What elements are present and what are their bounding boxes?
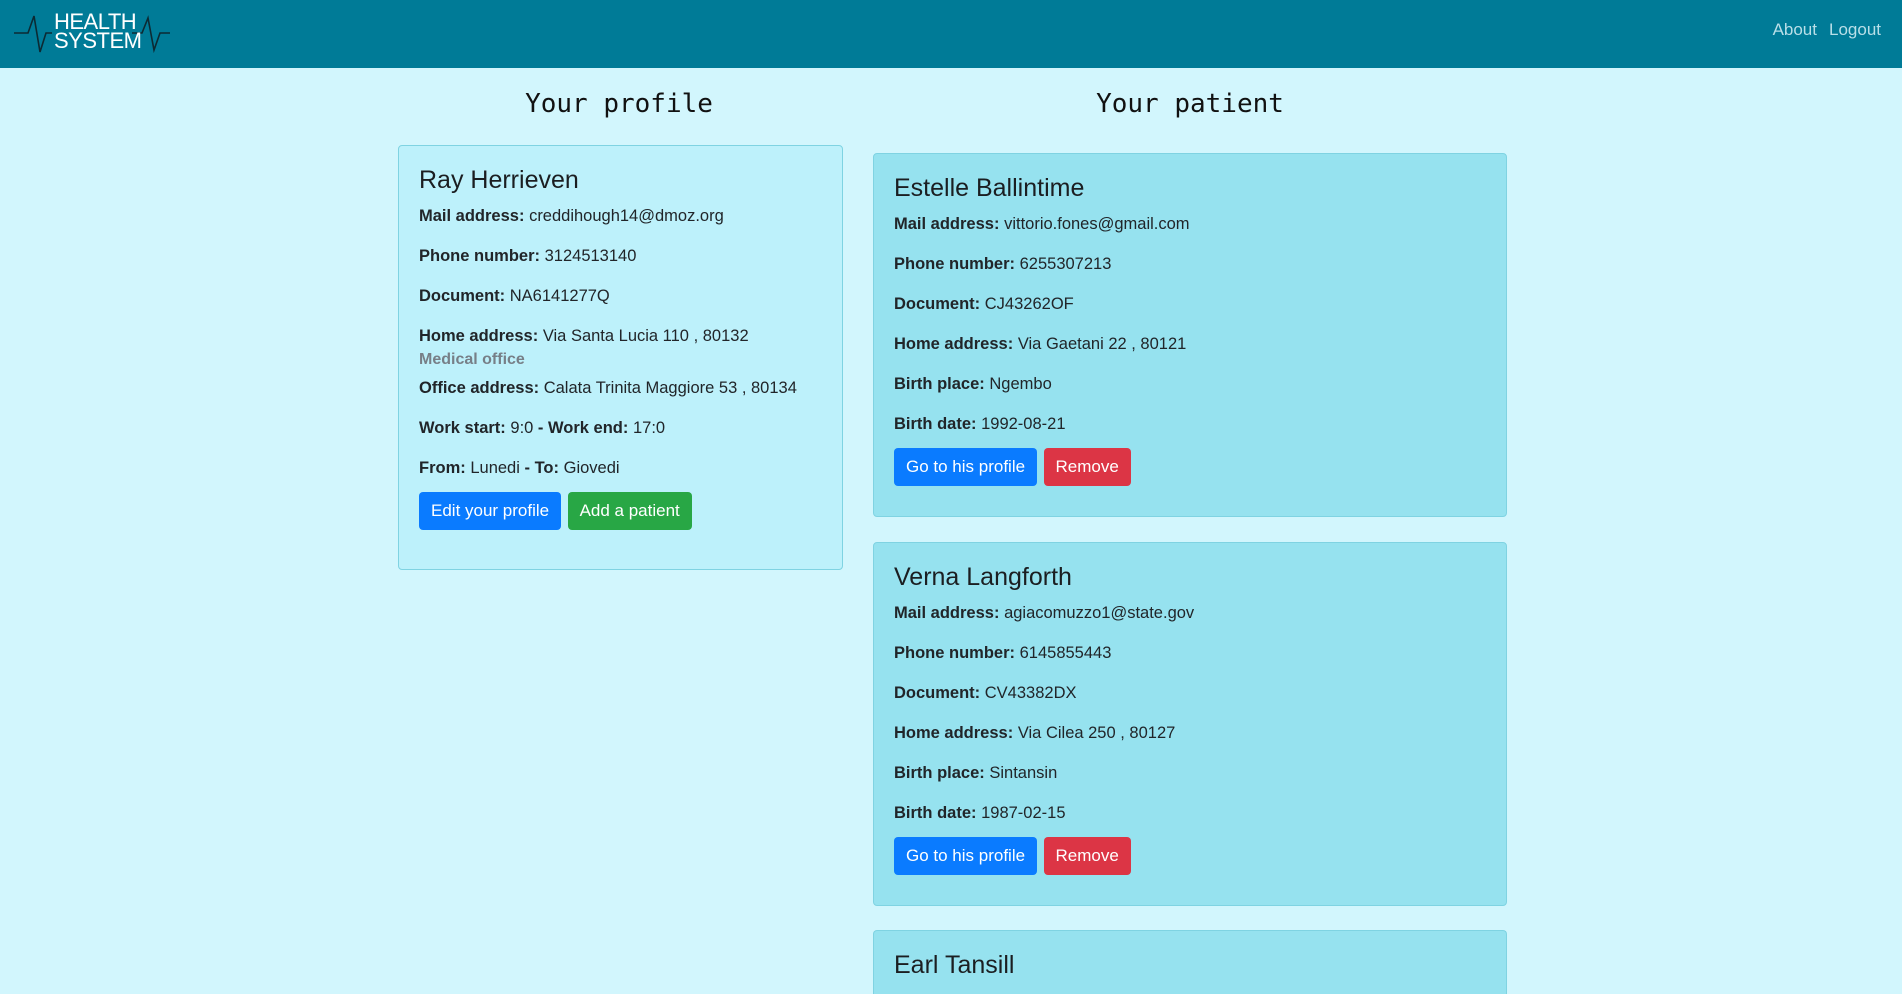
health-system-logo[interactable]: HEALTH SYSTEM xyxy=(14,8,170,58)
profile-document: Document: NA6141277Q xyxy=(419,286,822,306)
patient-card: Earl Tansill xyxy=(873,930,1507,994)
navbar: HEALTH SYSTEM About Logout xyxy=(0,0,1902,68)
patient-name: Estelle Ballintime xyxy=(894,174,1085,202)
patient-phone: Phone number: 6145855443 xyxy=(894,643,1486,663)
edit-profile-button[interactable]: Edit your profile xyxy=(419,492,562,530)
home-label: Home address: xyxy=(894,335,1014,353)
to-label: To: xyxy=(534,459,560,477)
phone-value: 3124513140 xyxy=(544,247,637,265)
phone-value: 6145855443 xyxy=(1019,644,1112,662)
birth-date-value: 1992-08-21 xyxy=(981,415,1066,433)
mail-label: Mail address: xyxy=(419,207,525,225)
mail-label: Mail address: xyxy=(894,215,1000,233)
patient-card: Estelle Ballintime Mail address: vittori… xyxy=(873,153,1507,517)
from-value: Lunedi xyxy=(470,459,520,477)
patient-birth-place: Birth place: Ngembo xyxy=(894,374,1486,394)
birth-date-label: Birth date: xyxy=(894,415,977,433)
phone-value: 6255307213 xyxy=(1019,255,1112,273)
home-value: Via Cilea 250 , 80127 xyxy=(1017,724,1176,742)
work-end-value: 17:0 xyxy=(632,419,666,437)
mail-value: vittorio.fones@gmail.com xyxy=(1004,215,1190,233)
document-value: CV43382DX xyxy=(984,684,1077,702)
patients-section-title: Your patient xyxy=(1096,89,1284,119)
birth-date-label: Birth date: xyxy=(894,804,977,822)
document-label: Document: xyxy=(894,684,981,702)
phone-label: Phone number: xyxy=(894,644,1016,662)
logo-line-2: SYSTEM xyxy=(54,28,142,53)
patient-home: Home address: Via Cilea 250 , 80127 xyxy=(894,723,1486,743)
patient-document: Document: CV43382DX xyxy=(894,683,1486,703)
medical-office-heading: Medical office xyxy=(419,351,525,368)
mail-value: agiacomuzzo1@state.gov xyxy=(1004,604,1195,622)
birth-place-label: Birth place: xyxy=(894,375,985,393)
work-end-label: Work end: xyxy=(548,419,629,437)
phone-label: Phone number: xyxy=(894,255,1016,273)
mail-label: Mail address: xyxy=(894,604,1000,622)
add-patient-button[interactable]: Add a patient xyxy=(567,492,692,530)
logout-link[interactable]: Logout xyxy=(1829,20,1881,40)
from-label: From: xyxy=(419,459,466,477)
profile-office: Office address: Calata Trinita Maggiore … xyxy=(419,378,822,398)
home-value: Via Gaetani 22 , 80121 xyxy=(1017,335,1187,353)
patient-mail: Mail address: vittorio.fones@gmail.com xyxy=(894,214,1486,234)
profile-card: Ray Herrieven Mail address: creddihough1… xyxy=(398,145,843,570)
profile-section-title: Your profile xyxy=(525,89,713,119)
home-label: Home address: xyxy=(419,327,539,345)
patient-name: Earl Tansill xyxy=(894,951,1015,979)
profile-work-days: From: Lunedi - To: Giovedi xyxy=(419,458,822,478)
about-link[interactable]: About xyxy=(1773,20,1817,40)
phone-label: Phone number: xyxy=(419,247,541,265)
work-start-value: 9:0 xyxy=(510,419,534,437)
patient-actions: Go to his profile Remove xyxy=(894,837,1486,875)
document-value: NA6141277Q xyxy=(509,287,610,305)
patient-name: Verna Langforth xyxy=(894,563,1072,591)
patient-birth-date: Birth date: 1987-02-15 xyxy=(894,803,1486,823)
birth-place-label: Birth place: xyxy=(894,764,985,782)
work-start-label: Work start: xyxy=(419,419,506,437)
profile-mail: Mail address: creddihough14@dmoz.org xyxy=(419,206,822,226)
mail-value: creddihough14@dmoz.org xyxy=(529,207,724,225)
office-value: Calata Trinita Maggiore 53 , 80134 xyxy=(543,379,797,397)
birth-date-value: 1987-02-15 xyxy=(981,804,1066,822)
document-label: Document: xyxy=(894,295,981,313)
patient-home: Home address: Via Gaetani 22 , 80121 xyxy=(894,334,1486,354)
work-days-separator: - xyxy=(519,459,535,477)
patient-phone: Phone number: 6255307213 xyxy=(894,254,1486,274)
profile-name: Ray Herrieven xyxy=(419,166,579,194)
go-to-profile-button[interactable]: Go to his profile xyxy=(894,448,1038,486)
office-label: Office address: xyxy=(419,379,540,397)
logo-text: HEALTH SYSTEM xyxy=(54,11,142,53)
patient-actions: Go to his profile Remove xyxy=(894,448,1486,486)
work-hours-separator: - xyxy=(533,419,548,437)
document-label: Document: xyxy=(419,287,506,305)
remove-patient-button[interactable]: Remove xyxy=(1043,448,1131,486)
patient-card: Verna Langforth Mail address: agiacomuzz… xyxy=(873,542,1507,906)
patient-mail: Mail address: agiacomuzzo1@state.gov xyxy=(894,603,1486,623)
to-value: Giovedi xyxy=(563,459,620,477)
patient-document: Document: CJ43262OF xyxy=(894,294,1486,314)
profile-home: Home address: Via Santa Lucia 110 , 8013… xyxy=(419,326,822,346)
document-value: CJ43262OF xyxy=(984,295,1074,313)
go-to-profile-button[interactable]: Go to his profile xyxy=(894,837,1038,875)
profile-work-hours: Work start: 9:0 - Work end: 17:0 xyxy=(419,418,822,438)
birth-place-value: Ngembo xyxy=(989,375,1052,393)
home-value: Via Santa Lucia 110 , 80132 xyxy=(542,327,749,345)
birth-place-value: Sintansin xyxy=(989,764,1058,782)
remove-patient-button[interactable]: Remove xyxy=(1043,837,1131,875)
nav-links: About Logout xyxy=(1773,20,1881,40)
patient-birth-date: Birth date: 1992-08-21 xyxy=(894,414,1486,434)
home-label: Home address: xyxy=(894,724,1014,742)
profile-actions: Edit your profile Add a patient xyxy=(419,492,822,530)
patient-birth-place: Birth place: Sintansin xyxy=(894,763,1486,783)
profile-phone: Phone number: 3124513140 xyxy=(419,246,822,266)
